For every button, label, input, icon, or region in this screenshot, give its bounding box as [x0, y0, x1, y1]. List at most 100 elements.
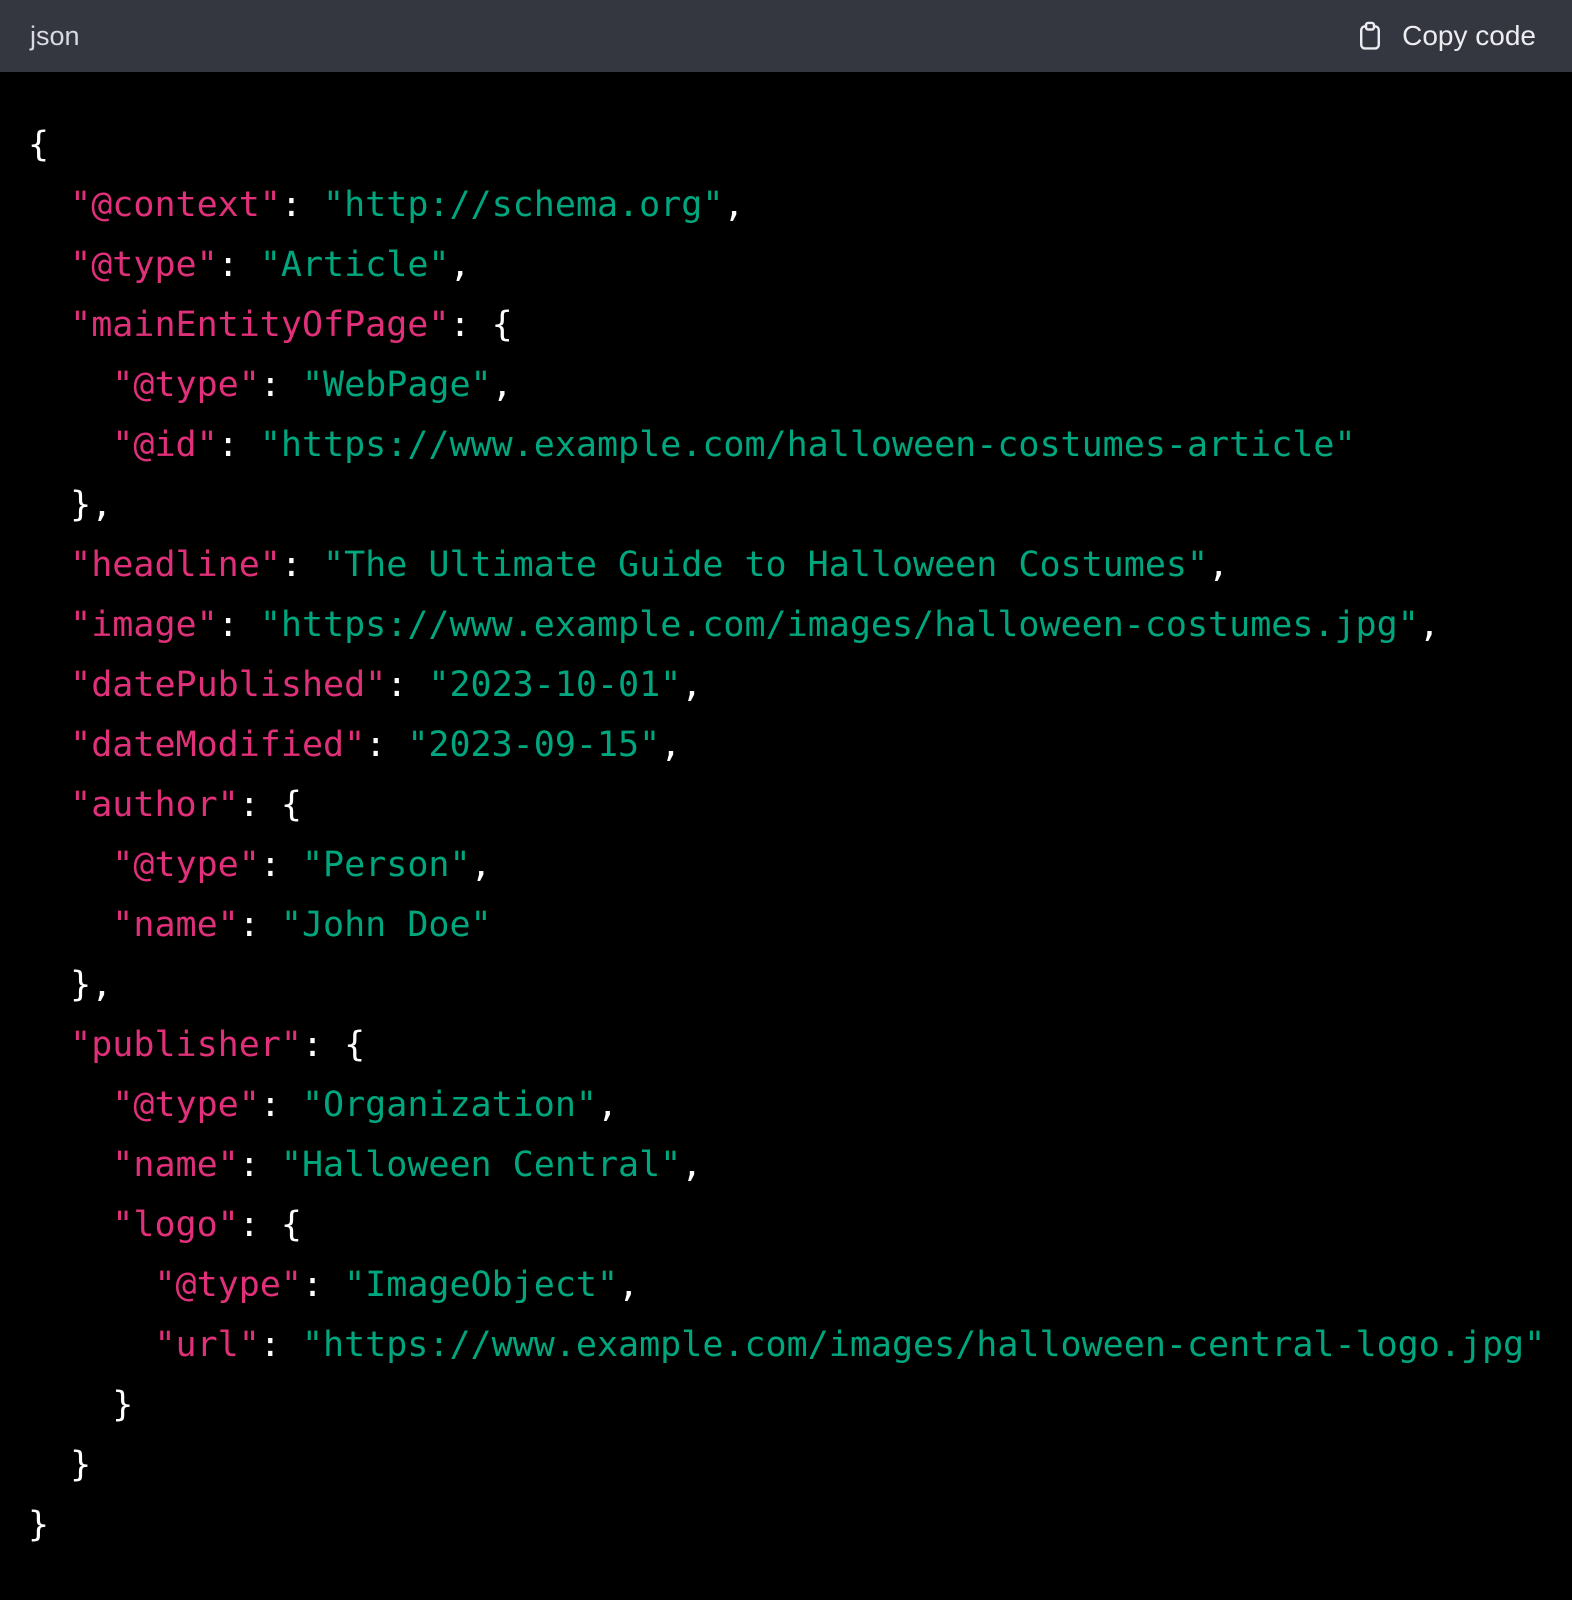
token-string: "ImageObject" [344, 1265, 618, 1305]
token-punctuation [28, 425, 112, 465]
token-punctuation: : [218, 605, 260, 645]
token-punctuation: } [28, 1385, 133, 1425]
code-line: "image": "https://www.example.com/images… [28, 595, 1552, 655]
token-punctuation [28, 725, 70, 765]
token-punctuation [28, 245, 70, 285]
token-punctuation: , [471, 845, 492, 885]
code-line: "name": "Halloween Central", [28, 1135, 1552, 1195]
token-key: "@type" [154, 1265, 302, 1305]
token-punctuation: : { [239, 785, 302, 825]
token-punctuation: , [660, 725, 681, 765]
token-punctuation: : [260, 365, 302, 405]
token-key: "name" [112, 1145, 238, 1185]
token-punctuation [28, 545, 70, 585]
token-key: "logo" [112, 1205, 238, 1245]
token-punctuation: , [681, 1145, 702, 1185]
token-key: "headline" [70, 545, 281, 585]
token-key: "datePublished" [70, 665, 386, 705]
token-string: "The Ultimate Guide to Halloween Costume… [323, 545, 1208, 585]
token-punctuation [28, 365, 112, 405]
code-line: } [28, 1375, 1552, 1435]
code-line: "@id": "https://www.example.com/hallowee… [28, 415, 1552, 475]
token-punctuation: : { [239, 1205, 302, 1245]
token-punctuation [28, 1265, 154, 1305]
token-punctuation: : [260, 1085, 302, 1125]
token-punctuation: : [302, 1265, 344, 1305]
code-line: "headline": "The Ultimate Guide to Hallo… [28, 535, 1552, 595]
token-key: "@type" [70, 245, 218, 285]
token-punctuation: , [681, 665, 702, 705]
token-key: "publisher" [70, 1025, 302, 1065]
token-string: "2023-09-15" [407, 725, 660, 765]
token-punctuation [28, 305, 70, 345]
token-key: "@id" [112, 425, 217, 465]
code-line: "@type": "ImageObject", [28, 1255, 1552, 1315]
code-line: "name": "John Doe" [28, 895, 1552, 955]
token-string: "https://www.example.com/images/hallowee… [260, 605, 1419, 645]
token-punctuation [28, 845, 112, 885]
token-key: "@type" [112, 845, 260, 885]
token-punctuation [28, 1025, 70, 1065]
token-punctuation [28, 785, 70, 825]
token-string: "https://www.example.com/images/hallowee… [302, 1325, 1545, 1365]
token-punctuation: : [260, 845, 302, 885]
token-punctuation: : [281, 545, 323, 585]
code-line: "logo": { [28, 1195, 1552, 1255]
code-line: }, [28, 475, 1552, 535]
token-string: "http://schema.org" [323, 185, 723, 225]
token-punctuation [28, 1325, 154, 1365]
code-line: } [28, 1435, 1552, 1495]
token-string: "Organization" [302, 1085, 597, 1125]
token-key: "@type" [112, 365, 260, 405]
token-key: "@context" [70, 185, 281, 225]
token-punctuation: : { [449, 305, 512, 345]
token-punctuation [28, 1085, 112, 1125]
token-punctuation: , [1208, 545, 1229, 585]
token-punctuation [28, 665, 70, 705]
code-line: } [28, 1495, 1552, 1555]
code-line: "@type": "Organization", [28, 1075, 1552, 1135]
code-line: "url": "https://www.example.com/images/h… [28, 1315, 1552, 1375]
token-key: "mainEntityOfPage" [70, 305, 449, 345]
code-line: "author": { [28, 775, 1552, 835]
token-punctuation: : [365, 725, 407, 765]
token-punctuation: : [218, 245, 260, 285]
code-line: "publisher": { [28, 1015, 1552, 1075]
token-string: "Article" [260, 245, 450, 285]
token-punctuation: , [492, 365, 513, 405]
code-block: json Copy code { "@context": "http://sch… [0, 0, 1572, 1600]
code-line: "@context": "http://schema.org", [28, 175, 1552, 235]
code-line: "dateModified": "2023-09-15", [28, 715, 1552, 775]
token-key: "image" [70, 605, 218, 645]
token-string: "WebPage" [302, 365, 492, 405]
code-line: "@type": "WebPage", [28, 355, 1552, 415]
copy-code-button[interactable]: Copy code [1353, 19, 1536, 53]
token-punctuation [28, 605, 70, 645]
code-line: "mainEntityOfPage": { [28, 295, 1552, 355]
code-block-header: json Copy code [0, 0, 1572, 72]
token-key: "dateModified" [70, 725, 365, 765]
token-string: "https://www.example.com/halloween-costu… [260, 425, 1356, 465]
token-punctuation [28, 185, 70, 225]
token-punctuation: : { [302, 1025, 365, 1065]
token-punctuation: , [618, 1265, 639, 1305]
token-punctuation [28, 905, 112, 945]
token-punctuation: } [28, 1505, 49, 1545]
token-punctuation: : [260, 1325, 302, 1365]
code-line: "@type": "Person", [28, 835, 1552, 895]
token-key: "author" [70, 785, 239, 825]
token-punctuation: { [28, 125, 49, 165]
language-label: json [30, 0, 80, 72]
token-punctuation: , [597, 1085, 618, 1125]
code-line: "@type": "Article", [28, 235, 1552, 295]
token-punctuation: : [218, 425, 260, 465]
token-punctuation: : [239, 905, 281, 945]
token-key: "name" [112, 905, 238, 945]
token-punctuation [28, 1205, 112, 1245]
token-key: "@type" [112, 1085, 260, 1125]
copy-code-label: Copy code [1402, 20, 1536, 52]
token-punctuation: , [1419, 605, 1440, 645]
code-content: { "@context": "http://schema.org", "@typ… [0, 72, 1572, 1600]
token-string: "Person" [302, 845, 471, 885]
token-punctuation: , [449, 245, 470, 285]
